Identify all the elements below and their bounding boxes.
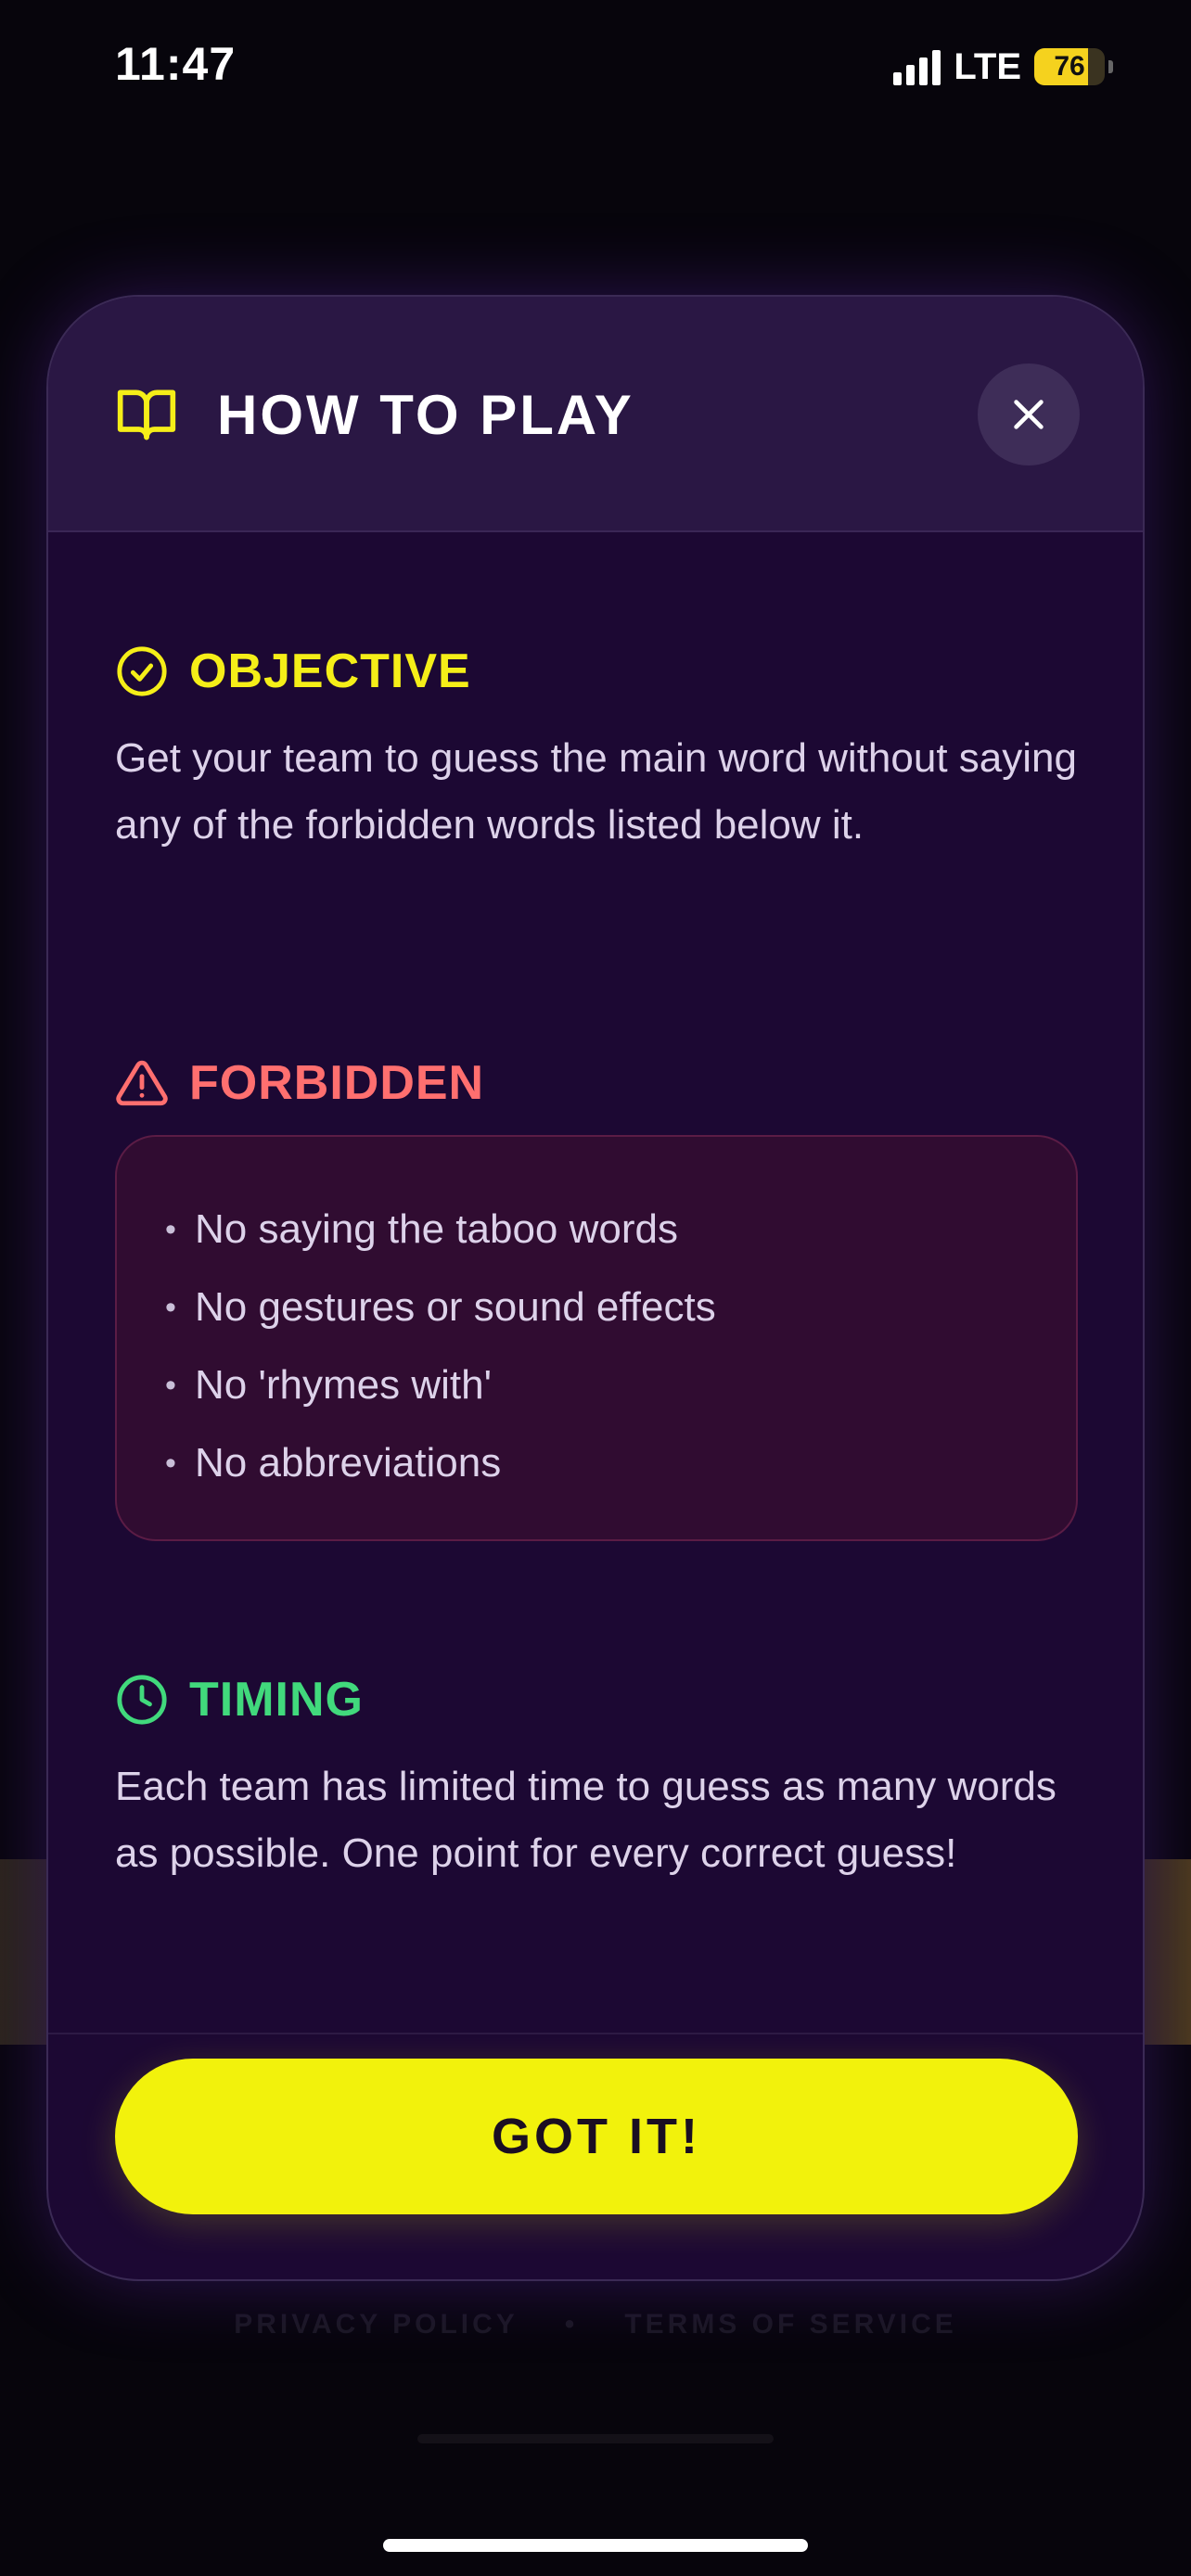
forbidden-rules-list: • No saying the taboo words • No gestures … (165, 1191, 1076, 1502)
network-label: LTE (954, 45, 1021, 87)
book-open-icon (117, 389, 176, 440)
timing-text: Each team has limited time to guess as m… (115, 1764, 1057, 1876)
list-item: • No 'rhymes with' (165, 1346, 1076, 1424)
objective-heading: OBJECTIVE (115, 639, 471, 704)
home-indicator[interactable] (383, 2539, 808, 2552)
forbidden-rule: No abbreviations (195, 1440, 502, 1486)
forbidden-title: FORBIDDEN (189, 1056, 485, 1110)
clock-icon (117, 1675, 167, 1725)
forbidden-heading: FORBIDDEN (115, 1051, 484, 1116)
list-item: • No gestures or sound effects (165, 1269, 1076, 1346)
modal-footer-divider (48, 2033, 1143, 2034)
battery-cap (1108, 60, 1113, 73)
terms-of-service-link[interactable]: TERMS OF SERVICE (624, 2309, 957, 2340)
how-to-play-modal: HOW TO PLAY OBJECTIVE Get your team to g… (46, 295, 1145, 2281)
signal-icon (893, 48, 941, 85)
warning-triangle-icon (116, 1060, 168, 1106)
objective-title: OBJECTIVE (189, 644, 471, 698)
status-bar: 11:47 LTE 76 (0, 0, 1191, 139)
objective-text: Get your team to guess the main word wit… (115, 735, 1077, 848)
privacy-policy-link[interactable]: PRIVACY POLICY (234, 2309, 519, 2340)
modal-title: HOW TO PLAY (217, 384, 634, 446)
forbidden-rules-box: • No saying the taboo words • No gestures … (115, 1135, 1078, 1541)
forbidden-rule: No 'rhymes with' (195, 1362, 492, 1408)
list-item: • No saying the taboo words (165, 1191, 1076, 1269)
battery-icon: 76 (1034, 48, 1105, 85)
check-circle-icon (117, 646, 167, 696)
background-bar (417, 2434, 774, 2443)
battery-percent: 76 (1054, 51, 1085, 82)
got-it-label: GOT IT! (492, 2109, 701, 2164)
modal-header: HOW TO PLAY (48, 297, 1143, 532)
close-button[interactable] (978, 363, 1080, 465)
status-indicators: LTE 76 (893, 43, 1113, 91)
forbidden-rule: No gestures or sound effects (195, 1284, 716, 1330)
forbidden-rule: No saying the taboo words (195, 1206, 678, 1252)
close-icon (1014, 400, 1044, 429)
screen: 11:47 LTE 76 PRIVACY POLICY • TERMS OF SER… (0, 0, 1191, 2576)
timing-heading: TIMING (115, 1667, 364, 1732)
status-time: 11:47 (115, 38, 237, 90)
list-item: • No abbreviations (165, 1424, 1076, 1502)
footer-separator: • (564, 2309, 579, 2340)
timing-title: TIMING (189, 1673, 364, 1727)
got-it-button[interactable]: GOT IT! (115, 2059, 1078, 2214)
footer-links: PRIVACY POLICY • TERMS OF SERVICE (0, 2309, 1191, 2340)
